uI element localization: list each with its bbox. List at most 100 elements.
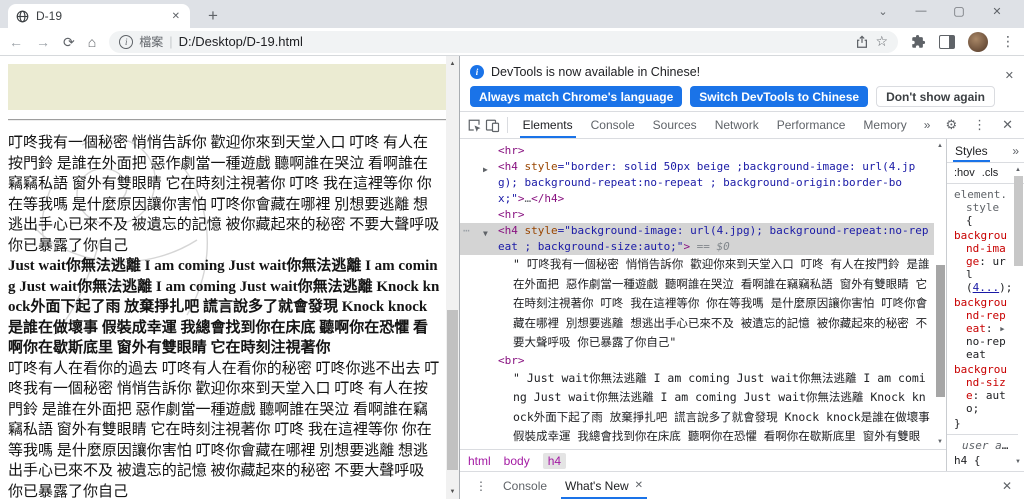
browser-tab[interactable]: D-19 ✕ [8,4,190,28]
dom-node-row[interactable]: <br> [460,353,934,369]
expand-caret-icon[interactable]: ▶ [483,162,488,178]
page-paragraph: 叮咚我有一個秘密 悄悄告訴你 歡迎你來到天堂入口 叮咚 有人在按門鈴 是誰在外面… [8,135,440,254]
back-icon[interactable]: ← [9,35,23,49]
window-close-icon[interactable]: ✕ [978,5,1016,18]
window-chevron-icon[interactable]: ⌄ [864,5,902,18]
tab-performance[interactable]: Performance [768,112,855,138]
devtools-close-icon[interactable]: ✕ [995,117,1020,133]
scroll-down-icon[interactable]: ▼ [934,436,946,448]
style-declaration-line[interactable]: background-size: auto; [954,363,1011,415]
style-declaration-line[interactable]: background-image: url(4...); [954,229,1012,294]
drawer-tab-console[interactable]: Console [494,472,556,499]
code-segment: style [517,160,558,173]
breadcrumb-item-h4[interactable]: h4 [542,452,567,469]
breadcrumb-item-html[interactable]: html [468,454,491,468]
dom-node-row[interactable]: ⋯ ▼ <h4 style="background-image: url(4.jpg… [460,223,934,255]
dom-node-row[interactable]: <hr> [460,143,934,159]
device-toolbar-icon[interactable] [483,112,500,138]
scroll-down-icon[interactable]: ▼ [446,485,459,498]
rendered-page: 叮咚我有一個秘密 悄悄告訴你 歡迎你來到天堂入口 叮咚 有人在按門鈴 是誰在外面… [0,56,459,499]
dom-node-row[interactable]: " 叮咚我有一個秘密 悄悄告訴你 歡迎你來到天堂入口 叮咚 有人在按門鈴 是誰在… [460,255,934,353]
scrollbar-thumb[interactable] [936,265,945,397]
banner-button[interactable]: Always match Chrome's language [470,86,683,107]
styles-filter-toggle[interactable]: .cls [982,167,999,179]
drawer-menu-kebab-icon[interactable]: ⋮ [468,472,494,499]
style-declaration-line[interactable]: h4 { [954,454,1011,467]
window-minimize-icon[interactable]: — [902,5,940,17]
address-separator: | [169,34,173,49]
devtools-toolbar: Elements Console Sources Network Performance… [460,112,1024,139]
browser-menu-kebab-icon[interactable]: ⋮ [1001,33,1015,50]
resource-link[interactable]: 4... [973,281,1000,294]
style-declaration-line[interactable]: element.style { [954,188,1011,227]
more-tabs-icon[interactable]: » [916,112,939,138]
inspect-element-icon[interactable] [466,112,483,138]
tab-close-icon[interactable]: ✕ [170,11,182,22]
tab-sources[interactable]: Sources [644,112,706,138]
style-declaration-line[interactable]: } [954,417,1011,430]
style-segment: : auto; [966,389,1006,415]
tab-network[interactable]: Network [706,112,768,138]
elements-scrollbar[interactable]: ▲ ▼ [934,139,946,449]
new-tab-button[interactable]: + [200,4,226,28]
drawer-tab-what-s-new[interactable]: What's New ✕ [556,472,652,499]
page-info-icon[interactable]: i [119,34,134,49]
scroll-down-icon[interactable]: ▼ [1012,456,1024,468]
scroll-up-icon[interactable]: ▲ [934,140,946,152]
scrollbar-thumb[interactable] [1014,176,1023,266]
side-panel-icon[interactable] [939,34,955,49]
drawer-tab-close-icon[interactable]: ✕ [635,480,643,491]
styles-more-icon[interactable]: » [1012,144,1024,158]
drawer-tab-label: Console [503,478,548,493]
browser-window: D-19 ✕ + ⌄ — ▢ ✕ ← → ⟳ ⌂ i 檔案 | D:/Deskt… [0,0,1024,499]
scroll-up-icon[interactable]: ▲ [1012,164,1024,176]
dom-node-row[interactable]: ▶ <h4 style="border: solid 50px beige ;ba… [460,159,934,207]
style-declaration-line[interactable]: user agent stylesheet [954,439,1011,452]
browser-toolbar: ← → ⟳ ⌂ i 檔案 | D:/Desktop/D-19.html ☆ ⋮ [0,28,1024,56]
code-segment: <hr> [498,208,525,221]
tab-styles[interactable]: Styles [953,139,990,162]
banner-close-icon[interactable]: ✕ [1005,69,1014,82]
profile-avatar[interactable] [968,31,988,52]
bookmark-star-icon[interactable]: ☆ [875,33,888,50]
dom-node-row[interactable]: <hr> [460,207,934,223]
code-segment: " Just wait你無法逃離 I am coming Just wait你無… [513,370,930,450]
home-icon[interactable]: ⌂ [88,35,96,49]
style-declaration-line[interactable]: background-repeat: ▸ no-repeat [954,296,1011,361]
style-segment: element.style [954,188,1007,214]
window-maximize-icon[interactable]: ▢ [940,4,978,18]
styles-filter-toggle[interactable]: :hov [954,167,975,179]
address-bar[interactable]: i 檔案 | D:/Desktop/D-19.html ☆ [109,30,898,53]
code-segment: </h4> [531,192,565,205]
tab-memory[interactable]: Memory [854,112,915,138]
extensions-puzzle-icon[interactable] [911,34,926,49]
collapse-caret-icon[interactable]: ▼ [483,226,488,242]
elements-pane: <hr> ▶ <h4 style="border: solid 50px beige… [460,139,946,471]
settings-gear-icon[interactable]: ⚙ [938,117,964,133]
content-area: 叮咚我有一個秘密 悄悄告訴你 歡迎你來到天堂入口 叮咚 有人在按門鈴 是誰在外面… [0,56,1024,499]
node-options-dots[interactable]: ⋯ [463,223,471,239]
url-text[interactable]: D:/Desktop/D-19.html [179,34,850,49]
tab-strip: D-19 ✕ + ⌄ — ▢ ✕ [0,0,1024,28]
devtools-menu-kebab-icon[interactable]: ⋮ [966,117,993,133]
reload-icon[interactable]: ⟳ [63,35,75,49]
share-icon[interactable] [855,34,869,49]
styles-scrollbar[interactable]: ▲ ▼ [1012,163,1024,469]
forward-icon[interactable]: → [36,35,50,49]
drawer-close-icon[interactable]: ✕ [998,472,1016,499]
code-segment: == $0 [690,240,730,253]
style-declaration-line[interactable]: display [954,469,1011,471]
breadcrumb-item-body[interactable]: body [504,454,530,468]
tab-elements[interactable]: Elements [514,112,582,138]
devtools-panel: i DevTools is now available in Chinese! … [459,56,1024,499]
dom-node-row[interactable]: " Just wait你無法逃離 I am coming Just wait你無… [460,369,934,450]
banner-message: DevTools is now available in Chinese! [491,65,701,79]
page-scrollbar[interactable]: ▲ ▼ [446,56,459,499]
scroll-up-icon[interactable]: ▲ [446,57,459,70]
tab-console[interactable]: Console [582,112,644,138]
style-segment: user agent stylesheet [962,439,1011,452]
styles-pane: Styles » :hov .cls element.style {backgro… [946,139,1024,471]
scrollbar-thumb[interactable] [447,310,458,470]
banner-button[interactable]: Don't show again [876,86,995,107]
banner-button[interactable]: Switch DevTools to Chinese [690,86,869,107]
